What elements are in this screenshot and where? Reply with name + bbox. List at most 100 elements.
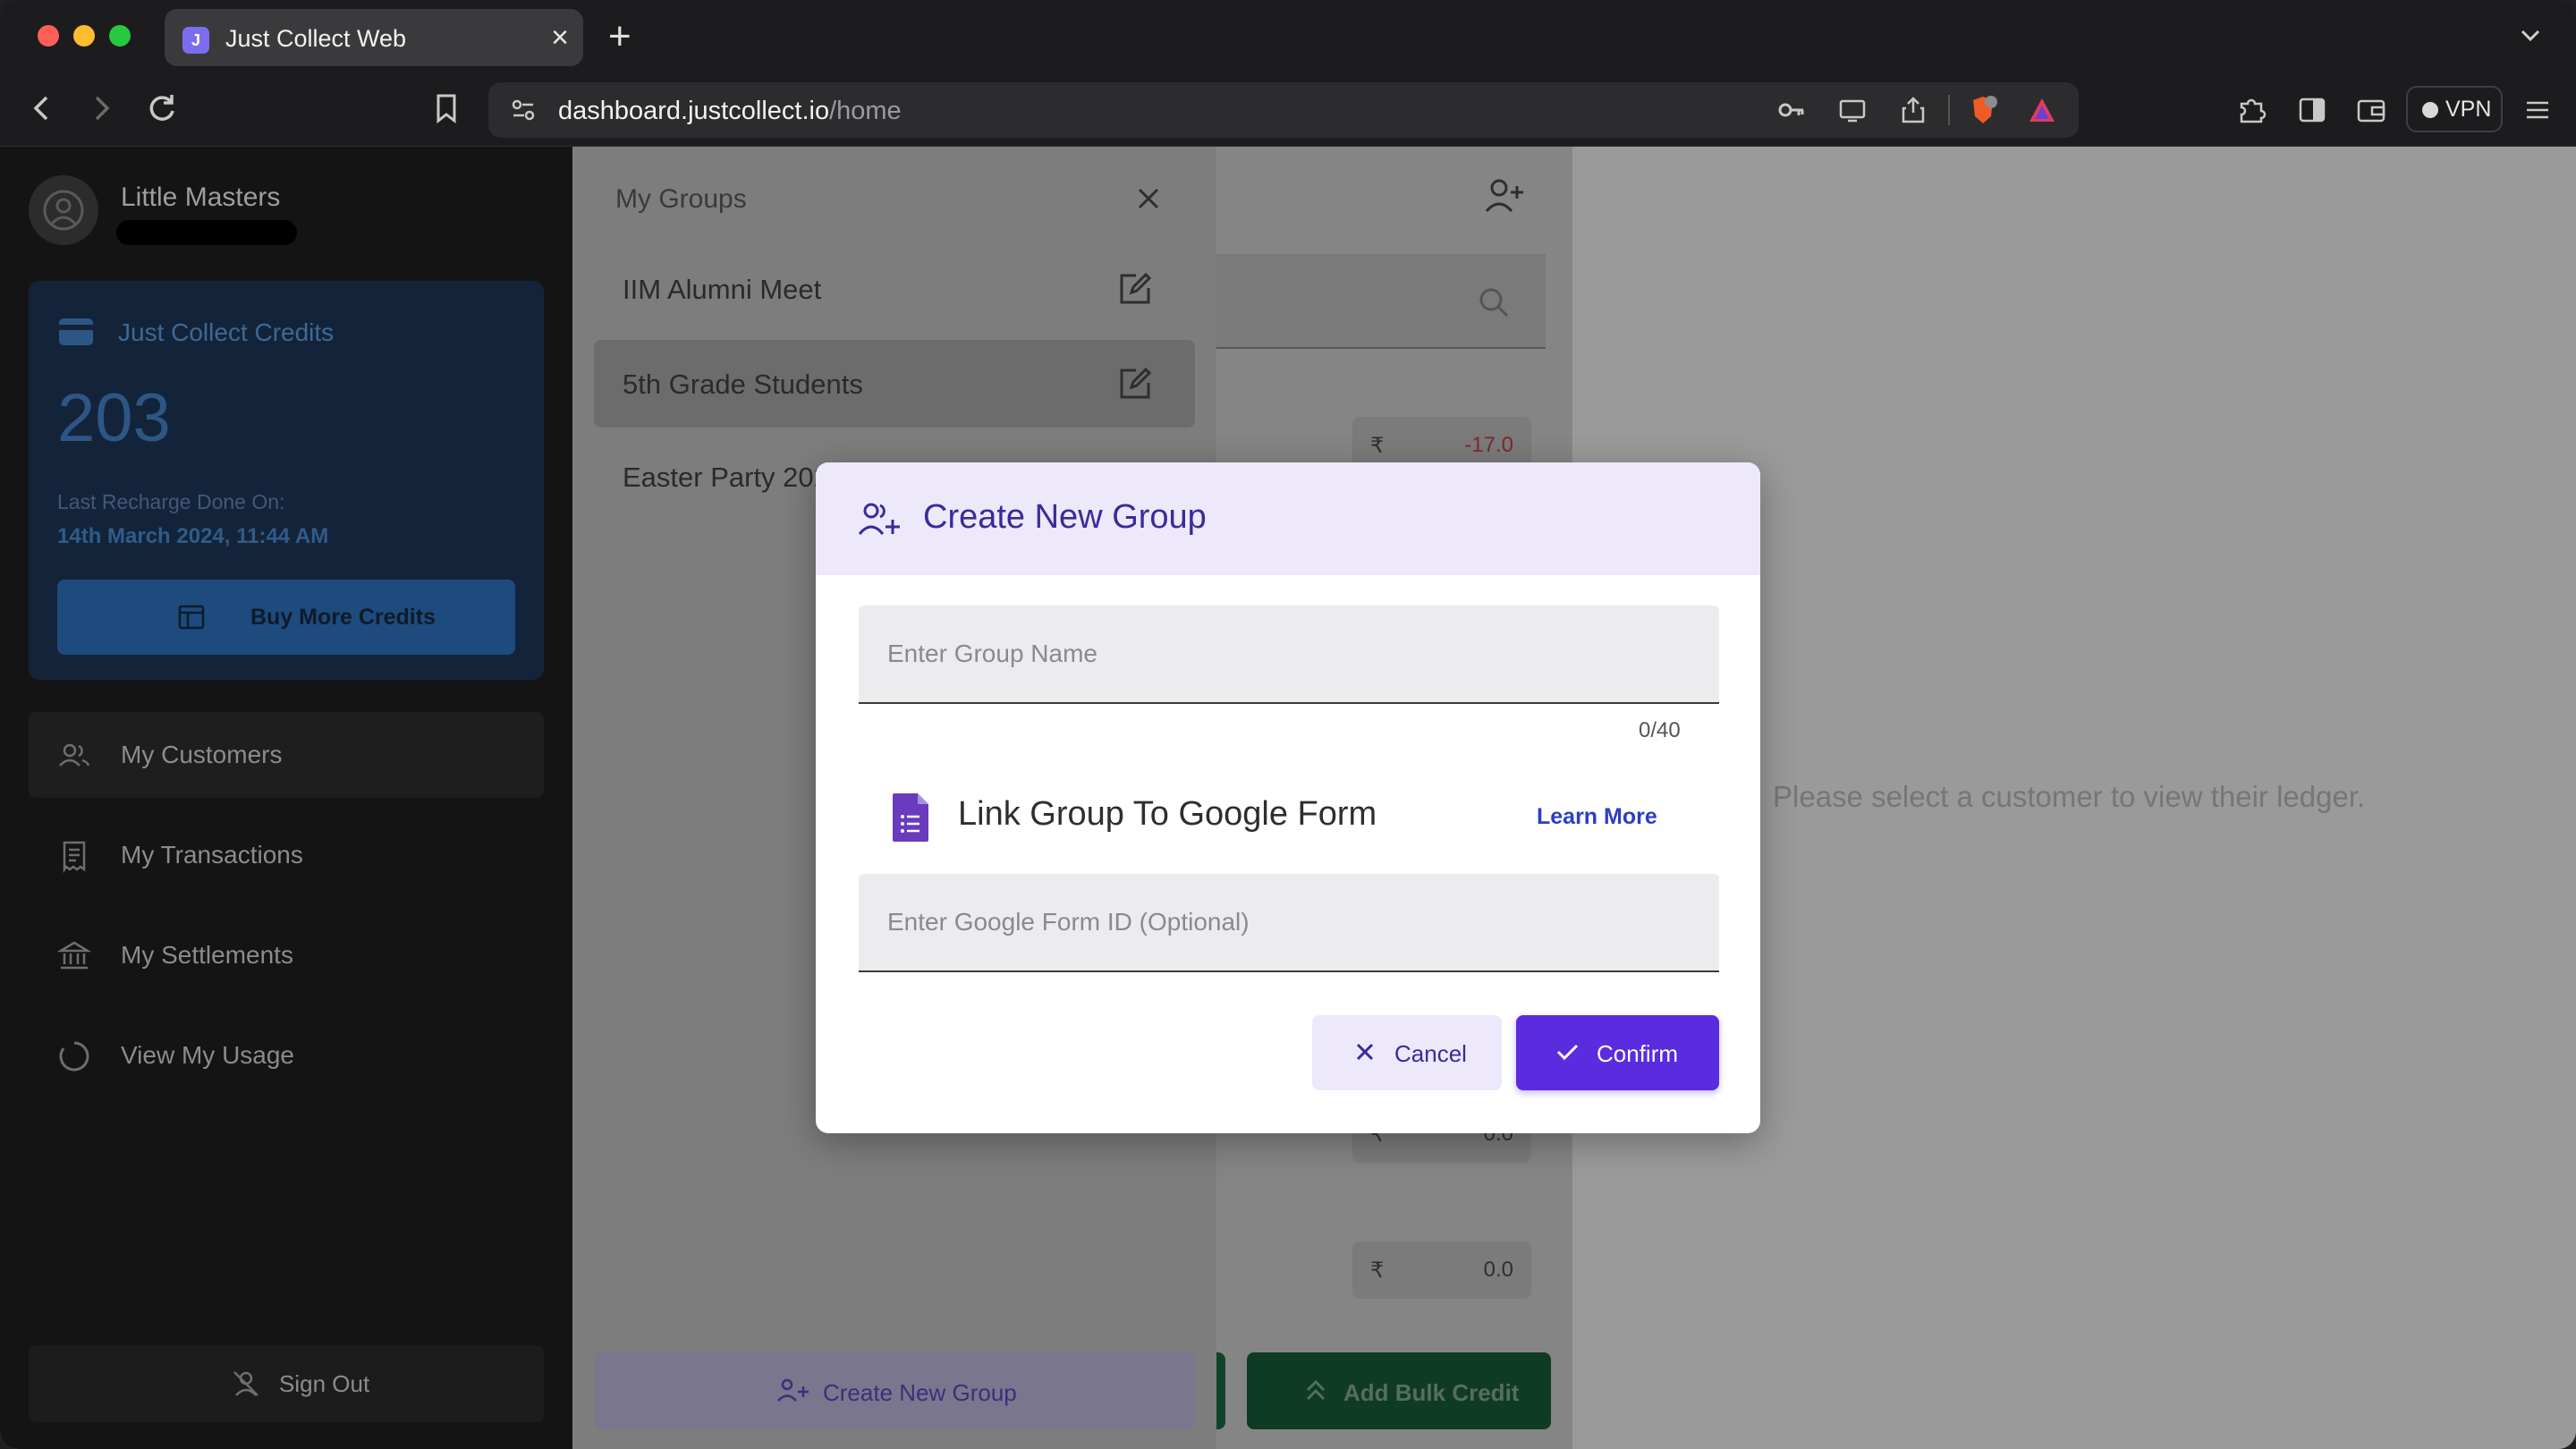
create-group-dialog: Create New Group 0/40 Link Group To Goog… — [816, 462, 1760, 1133]
sidebar-item-label: My Customers — [121, 741, 283, 768]
site-settings-icon[interactable] — [508, 95, 538, 125]
recharge-date: 14th March 2024, 11:44 AM — [57, 524, 329, 548]
group-item[interactable]: IIM Alumni Meet — [594, 245, 1195, 333]
dialog-header: Create New Group — [816, 462, 1760, 575]
share-icon[interactable] — [1898, 95, 1928, 125]
learn-more-link[interactable]: Learn More — [1537, 804, 1657, 830]
sign-out-icon — [233, 1371, 258, 1396]
maximize-window-button[interactable] — [109, 25, 131, 47]
close-icon[interactable] — [1131, 181, 1166, 216]
minimize-window-button[interactable] — [73, 25, 95, 47]
reload-icon[interactable] — [140, 86, 184, 131]
customers-icon — [59, 743, 90, 767]
group-item[interactable]: 5th Grade Students — [594, 340, 1195, 428]
groups-title: My Groups — [615, 184, 747, 214]
google-form-id-field[interactable] — [859, 874, 1719, 972]
account-icon[interactable] — [29, 175, 98, 245]
buy-more-credits-label: Buy More Credits — [250, 605, 436, 630]
edit-icon[interactable] — [1116, 270, 1154, 308]
divider — [1948, 95, 1950, 125]
add-group-icon — [777, 1378, 809, 1402]
brave-rewards-icon[interactable] — [2027, 95, 2057, 125]
favicon-icon: J — [182, 27, 209, 54]
forward-icon[interactable] — [79, 86, 123, 131]
credits-card: Just Collect Credits 203 Last Recharge D… — [29, 281, 544, 680]
character-counter: 0/40 — [1639, 718, 1681, 742]
buy-more-credits-button[interactable]: Buy More Credits — [57, 580, 515, 655]
sign-out-button[interactable]: Sign Out — [29, 1345, 544, 1422]
sidebar-item-label: My Settlements — [121, 941, 293, 969]
group-name-field[interactable] — [859, 606, 1719, 704]
brave-shield-icon[interactable] — [1968, 95, 1998, 125]
dialog-title: Create New Group — [923, 498, 1207, 536]
extensions-icon[interactable] — [2234, 93, 2268, 127]
group-name-input[interactable] — [859, 606, 1719, 702]
key-icon[interactable] — [1776, 95, 1807, 125]
create-new-group-button[interactable]: Create New Group — [594, 1352, 1195, 1429]
recharge-label: Last Recharge Done On: — [57, 490, 285, 513]
add-group-icon — [858, 503, 900, 535]
sidebar-item-usage[interactable]: View My Usage — [29, 1013, 544, 1098]
sidebar-item-settlements[interactable]: My Settlements — [29, 912, 544, 998]
sidebar-item-transactions[interactable]: My Transactions — [29, 812, 544, 898]
new-tab-icon[interactable]: + — [608, 14, 631, 59]
address-bar[interactable]: dashboard.justcollect.io/home — [488, 82, 2079, 138]
edit-icon[interactable] — [1116, 365, 1154, 402]
ledger-empty-message: Please select a customer to view their l… — [1773, 780, 2366, 813]
link-google-form-label: Link Group To Google Form — [958, 795, 1377, 833]
credits-value: 203 — [57, 380, 171, 456]
table-icon — [178, 605, 205, 630]
add-bulk-credit-label: Add Bulk Credit — [1343, 1379, 1520, 1406]
confirm-label: Confirm — [1597, 1040, 1679, 1067]
back-icon[interactable] — [20, 86, 64, 131]
bookmark-icon[interactable] — [424, 86, 469, 131]
sidebar: Little Masters Just Collect Credits 203 … — [0, 147, 572, 1449]
double-chevron-up-icon — [1306, 1379, 1326, 1401]
chevron-down-icon[interactable] — [2517, 21, 2544, 48]
browser-toolbar: dashboard.justcollect.io/home VPN — [0, 73, 2576, 147]
credit-card-icon — [59, 318, 93, 345]
browser-tab[interactable]: J Just Collect Web × — [165, 9, 583, 66]
create-new-group-label: Create New Group — [823, 1379, 1017, 1406]
credits-label: Just Collect Credits — [118, 318, 335, 346]
bank-icon — [57, 941, 91, 970]
check-icon — [1556, 1044, 1579, 1061]
vpn-button[interactable]: VPN — [2406, 86, 2503, 132]
add-bulk-credit-button[interactable]: Add Bulk Credit — [1247, 1352, 1551, 1429]
menu-icon[interactable] — [2521, 93, 2555, 127]
sidebar-item-label: My Transactions — [121, 841, 303, 869]
org-name: Little Masters — [121, 182, 281, 212]
cancel-label: Cancel — [1394, 1040, 1467, 1067]
balance-amount: 0.0 — [1483, 1258, 1513, 1282]
google-form-id-input[interactable] — [859, 874, 1719, 970]
tab-close-icon[interactable]: × — [551, 20, 569, 55]
search-icon[interactable] — [1476, 284, 1512, 320]
sign-out-label: Sign Out — [279, 1370, 370, 1397]
group-item-label: Easter Party 2024 — [623, 462, 845, 493]
close-icon — [1356, 1043, 1374, 1061]
currency-symbol: ₹ — [1370, 1258, 1385, 1283]
confirm-button[interactable]: Confirm — [1516, 1015, 1719, 1090]
cancel-button[interactable]: Cancel — [1312, 1015, 1502, 1090]
add-customer-icon[interactable] — [1483, 175, 1526, 216]
url-text: dashboard.justcollect.io/home — [558, 97, 902, 125]
partially-hidden-button[interactable] — [1216, 1352, 1225, 1429]
transactions-icon — [63, 841, 86, 873]
currency-symbol: ₹ — [1370, 434, 1385, 458]
tab-bar: J Just Collect Web × + — [0, 0, 2576, 73]
wallet-icon[interactable] — [2354, 93, 2388, 127]
sidebar-toggle-icon[interactable] — [2295, 93, 2329, 127]
balance-amount: -17.0 — [1464, 433, 1513, 457]
sidebar-item-label: View My Usage — [121, 1041, 295, 1069]
tab-title: Just Collect Web — [225, 25, 407, 52]
group-item-label: IIM Alumni Meet — [623, 274, 822, 305]
sidebar-item-customers[interactable]: My Customers — [29, 712, 544, 798]
customer-search-field[interactable] — [1216, 254, 1546, 349]
group-item-label: 5th Grade Students — [623, 369, 863, 400]
redacted-contact — [116, 220, 297, 245]
usage-icon — [59, 1041, 89, 1072]
cast-icon[interactable] — [1837, 95, 1868, 125]
google-forms-icon — [893, 793, 928, 842]
balance-chip: ₹ 0.0 — [1352, 1241, 1531, 1299]
close-window-button[interactable] — [38, 25, 59, 47]
